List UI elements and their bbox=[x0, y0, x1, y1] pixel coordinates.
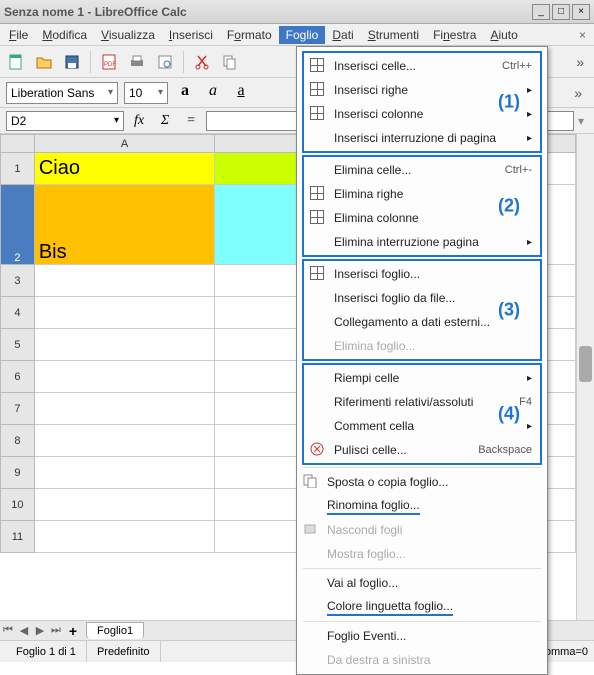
sum-button[interactable]: Σ bbox=[154, 113, 176, 129]
first-sheet-button[interactable]: ⏮ bbox=[0, 624, 16, 637]
menu-sposta-copia[interactable]: Sposta o copia foglio... bbox=[297, 470, 547, 494]
formula-expand-icon[interactable]: ▾ bbox=[578, 114, 588, 128]
menu-finestra[interactable]: Finestra bbox=[426, 26, 483, 44]
cell-a8[interactable] bbox=[34, 425, 214, 457]
cell-a2[interactable]: Bis bbox=[34, 185, 214, 265]
group-2-label: (2) bbox=[498, 196, 520, 217]
menu-inserisci-celle[interactable]: Inserisci celle...Ctrl++ bbox=[304, 54, 540, 78]
bold-button[interactable]: a bbox=[174, 82, 196, 104]
menu-mostra-foglio: Mostra foglio... bbox=[297, 542, 547, 566]
toolbar-more-icon[interactable]: » bbox=[570, 54, 590, 70]
menu-visualizza[interactable]: Visualizza bbox=[94, 26, 162, 44]
cell-a10[interactable] bbox=[34, 489, 214, 521]
menu-formato[interactable]: Formato bbox=[220, 26, 279, 44]
cell-a4[interactable] bbox=[34, 297, 214, 329]
cell-a1[interactable]: Ciao bbox=[34, 153, 214, 185]
col-header-a[interactable]: A bbox=[34, 135, 214, 153]
cell-a5[interactable] bbox=[34, 329, 214, 361]
print-preview-button[interactable] bbox=[153, 50, 177, 74]
pdf-button[interactable]: PDF bbox=[97, 50, 121, 74]
row-header-11[interactable]: 11 bbox=[1, 521, 35, 553]
menu-elimina-foglio: Elimina foglio... bbox=[304, 334, 540, 358]
next-sheet-button[interactable]: ▶ bbox=[32, 624, 48, 637]
status-sheet-count: Foglio 1 di 1 bbox=[6, 641, 87, 662]
menu-foglio-eventi[interactable]: Foglio Eventi... bbox=[297, 624, 547, 648]
cell-a7[interactable] bbox=[34, 393, 214, 425]
menu-aiuto[interactable]: Aiuto bbox=[483, 26, 524, 44]
cell-a3[interactable] bbox=[34, 265, 214, 297]
close-button[interactable]: × bbox=[572, 4, 590, 20]
menu-riempi-celle[interactable]: Riempi celle▸ bbox=[304, 366, 540, 390]
foglio-menu: Inserisci celle...Ctrl++ Inserisci righe… bbox=[296, 46, 548, 675]
add-sheet-button[interactable]: + bbox=[64, 623, 82, 639]
print-button[interactable] bbox=[125, 50, 149, 74]
row-header-3[interactable]: 3 bbox=[1, 265, 35, 297]
menu-pulisci-celle[interactable]: Pulisci celle...Backspace bbox=[304, 438, 540, 462]
row-header-6[interactable]: 6 bbox=[1, 361, 35, 393]
save-button[interactable] bbox=[60, 50, 84, 74]
font-size-combo[interactable]: 10 bbox=[124, 82, 168, 104]
menu-inserisci-foglio[interactable]: Inserisci foglio... bbox=[304, 262, 540, 286]
menu-foglio[interactable]: Foglio bbox=[279, 26, 326, 44]
menu-rinomina-foglio[interactable]: Rinomina foglio... bbox=[297, 494, 547, 518]
menu-inserisci-interruzione[interactable]: Inserisci interruzione di pagina▸ bbox=[304, 126, 540, 150]
row-header-7[interactable]: 7 bbox=[1, 393, 35, 425]
window-title: Senza nome 1 - LibreOffice Calc bbox=[4, 5, 530, 19]
group-3-label: (3) bbox=[498, 300, 520, 321]
last-sheet-button[interactable]: ⏭ bbox=[48, 624, 64, 637]
menu-elimina-interruzione[interactable]: Elimina interruzione pagina▸ bbox=[304, 230, 540, 254]
maximize-button[interactable]: □ bbox=[552, 4, 570, 20]
vertical-scrollbar[interactable] bbox=[576, 134, 594, 620]
prev-sheet-button[interactable]: ◀ bbox=[16, 624, 32, 637]
font-name-combo[interactable]: Liberation Sans bbox=[6, 82, 118, 104]
menu-destra-sinistra: Da destra a sinistra bbox=[297, 648, 547, 672]
menu-vai-al-foglio[interactable]: Vai al foglio... bbox=[297, 571, 547, 595]
group-4-label: (4) bbox=[498, 404, 520, 425]
function-wizard-button[interactable]: fx bbox=[128, 113, 150, 129]
cell-a11[interactable] bbox=[34, 521, 214, 553]
menu-elimina-celle[interactable]: Elimina celle...Ctrl+- bbox=[304, 158, 540, 182]
row-header-2[interactable]: 2 bbox=[1, 185, 35, 265]
menu-file[interactable]: File bbox=[2, 26, 35, 44]
minimize-button[interactable]: _ bbox=[532, 4, 550, 20]
menubar: File Modifica Visualizza Inserisci Forma… bbox=[0, 24, 594, 46]
equals-button[interactable]: = bbox=[180, 113, 202, 129]
group-1-label: (1) bbox=[498, 92, 520, 113]
copy-button[interactable] bbox=[218, 50, 242, 74]
menu-dati[interactable]: Dati bbox=[325, 26, 360, 44]
new-button[interactable] bbox=[4, 50, 28, 74]
menu-colore-linguetta[interactable]: Colore linguetta foglio... bbox=[297, 595, 547, 619]
row-header-5[interactable]: 5 bbox=[1, 329, 35, 361]
row-header-4[interactable]: 4 bbox=[1, 297, 35, 329]
cell-a6[interactable] bbox=[34, 361, 214, 393]
row-header-1[interactable]: 1 bbox=[1, 153, 35, 185]
row-header-8[interactable]: 8 bbox=[1, 425, 35, 457]
menu-strumenti[interactable]: Strumenti bbox=[361, 26, 426, 44]
cell-a9[interactable] bbox=[34, 457, 214, 489]
formatting-more-icon[interactable]: » bbox=[568, 85, 588, 101]
status-style: Predefinito bbox=[87, 641, 161, 662]
menu-nascondi-fogli: Nascondi fogli bbox=[297, 518, 547, 542]
sheet-tab-1[interactable]: Foglio1 bbox=[86, 622, 144, 639]
open-button[interactable] bbox=[32, 50, 56, 74]
underline-button[interactable]: a bbox=[230, 82, 252, 104]
row-header-10[interactable]: 10 bbox=[1, 489, 35, 521]
name-box[interactable]: D2 bbox=[6, 111, 124, 131]
cut-button[interactable] bbox=[190, 50, 214, 74]
row-header-9[interactable]: 9 bbox=[1, 457, 35, 489]
menubar-close-icon[interactable]: × bbox=[573, 28, 592, 42]
menu-inserisci[interactable]: Inserisci bbox=[162, 26, 220, 44]
italic-button[interactable]: a bbox=[202, 82, 224, 104]
select-all-corner[interactable] bbox=[1, 135, 35, 153]
svg-text:PDF: PDF bbox=[104, 62, 116, 68]
menu-modifica[interactable]: Modifica bbox=[35, 26, 94, 44]
